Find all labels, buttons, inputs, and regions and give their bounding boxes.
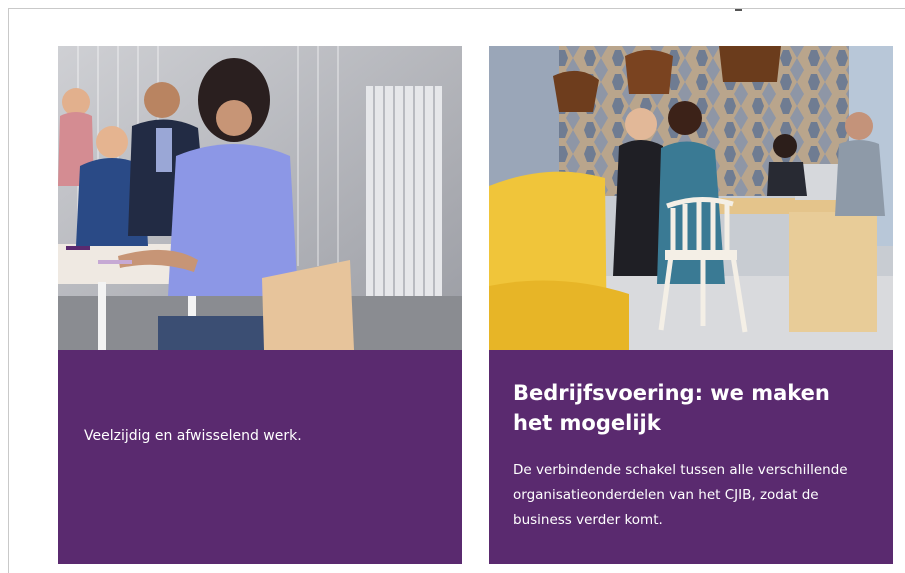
page: Veelzijdig en afwisselend werk. Bedrijfs… xyxy=(0,0,905,573)
card-bedrijfsvoering-description: De verbindende schakel tussen alle versc… xyxy=(513,462,848,528)
card-teamwork[interactable]: Veelzijdig en afwisselend werk. xyxy=(58,46,462,564)
left-divider xyxy=(8,8,9,573)
top-mark xyxy=(735,9,742,11)
top-divider xyxy=(8,8,905,9)
card-bedrijfsvoering-body: Bedrijfsvoering: we maken het mogelijk D… xyxy=(489,350,893,564)
card-bedrijfsvoering[interactable]: Bedrijfsvoering: we maken het mogelijk D… xyxy=(489,46,893,564)
card-bedrijfsvoering-title: Bedrijfsvoering: we maken het mogelijk xyxy=(513,381,830,435)
office-teamwork-photo xyxy=(58,46,462,350)
card-teamwork-description: Veelzijdig en afwisselend werk. xyxy=(84,428,302,444)
office-meeting-photo xyxy=(489,46,893,350)
card-teamwork-body: Veelzijdig en afwisselend werk. xyxy=(58,350,462,564)
